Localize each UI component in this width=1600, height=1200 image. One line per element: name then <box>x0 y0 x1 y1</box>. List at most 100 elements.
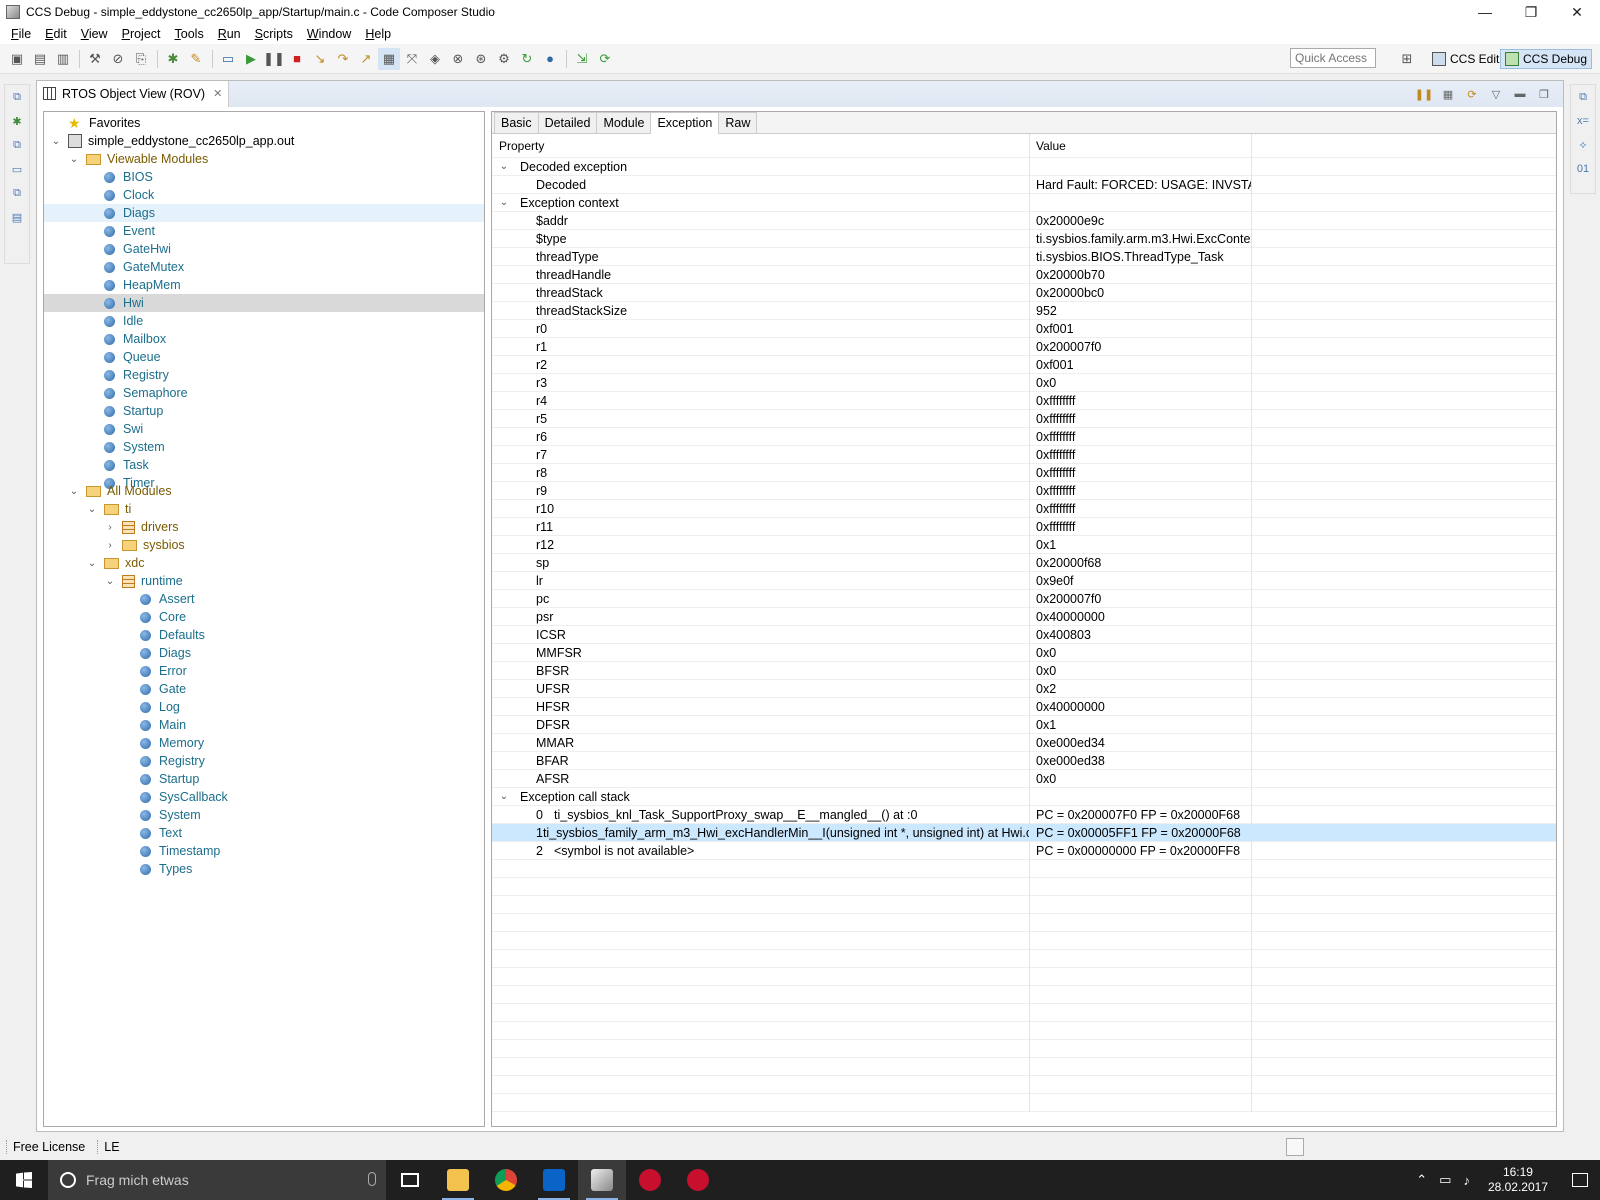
group-row[interactable]: ⌄ Exception call stack <box>492 787 1556 806</box>
group-row[interactable]: ⌄ Exception context <box>492 193 1556 212</box>
property-row[interactable]: threadStackSize 952 <box>492 301 1556 320</box>
restore-icon[interactable]: ⧉ <box>1576 91 1590 105</box>
property-row[interactable]: $addr 0x20000e9c <box>492 211 1556 230</box>
outline-icon[interactable]: ▤ <box>10 211 24 225</box>
debug-view-icon[interactable]: ✱ <box>10 115 24 129</box>
property-row[interactable]: psr 0x40000000 <box>492 607 1556 626</box>
tree-item-module[interactable]: Core <box>44 608 484 626</box>
taskbar-ccs[interactable] <box>578 1160 626 1200</box>
tree-item-module[interactable]: System <box>44 806 484 824</box>
chevron-down-icon[interactable]: ⌄ <box>104 576 116 587</box>
restore-icon[interactable]: ⧉ <box>10 139 24 153</box>
chevron-down-icon[interactable]: ⌄ <box>86 504 98 515</box>
microphone-icon[interactable] <box>368 1172 376 1186</box>
menu-project[interactable]: Project <box>115 27 168 41</box>
menu-help[interactable]: Help <box>358 27 398 41</box>
reset-icon[interactable]: ⤧ <box>401 48 423 70</box>
asm-step-into-icon[interactable]: ⇲ <box>571 48 593 70</box>
action-center-button[interactable] <box>1560 1160 1600 1200</box>
property-row[interactable]: r2 0xf001 <box>492 355 1556 374</box>
property-row[interactable]: MMFSR 0x0 <box>492 643 1556 662</box>
tree-item-module[interactable]: Swi <box>44 420 484 438</box>
column-value[interactable]: Value <box>1030 133 1252 158</box>
property-row[interactable]: r1 0x200007f0 <box>492 337 1556 356</box>
tree-item-module[interactable]: BIOS <box>44 168 484 186</box>
property-row[interactable]: lr 0x9e0f <box>492 571 1556 590</box>
tree-item-module[interactable]: Semaphore <box>44 384 484 402</box>
chevron-right-icon[interactable]: › <box>104 522 116 533</box>
tree-item-module[interactable]: Idle <box>44 312 484 330</box>
tree-item-module[interactable]: Assert <box>44 590 484 608</box>
tree-item-app[interactable]: ⌄ simple_eddystone_cc2650lp_app.out <box>44 132 484 150</box>
property-row[interactable]: r11 0xffffffff <box>492 517 1556 536</box>
console-icon[interactable]: ▭ <box>10 163 24 177</box>
group-row[interactable]: ⌄ Decoded exception <box>492 157 1556 176</box>
property-row[interactable]: $type ti.sysbios.family.arm.m3.Hwi.ExcCon… <box>492 229 1556 248</box>
open-perspective-icon[interactable]: ⊞ <box>1396 48 1418 70</box>
tree-item-module[interactable]: Defaults <box>44 626 484 644</box>
chevron-right-icon[interactable]: › <box>104 540 116 551</box>
variables-icon[interactable]: x= <box>1576 115 1590 129</box>
property-row[interactable]: UFSR 0x2 <box>492 679 1556 698</box>
menu-tools[interactable]: Tools <box>168 27 211 41</box>
property-row[interactable]: r7 0xffffffff <box>492 445 1556 464</box>
tree-item-module[interactable]: Log <box>44 698 484 716</box>
tab-exception[interactable]: Exception <box>650 112 720 134</box>
perspective-ccs-debug[interactable]: CCS Debug <box>1500 49 1593 69</box>
new-icon[interactable]: ▣ <box>6 48 28 70</box>
restore-icon[interactable]: ⧉ <box>10 187 24 201</box>
debug-icon[interactable]: ✱ <box>162 48 184 70</box>
taskbar-ti-app-1[interactable] <box>626 1160 674 1200</box>
chevron-down-icon[interactable]: ⌄ <box>86 558 98 569</box>
menu-run[interactable]: Run <box>211 27 248 41</box>
chevron-down-icon[interactable]: ⌄ <box>498 197 510 208</box>
property-row[interactable]: BFAR 0xe000ed38 <box>492 751 1556 770</box>
tab-basic[interactable]: Basic <box>494 112 539 133</box>
property-row[interactable]: r3 0x0 <box>492 373 1556 392</box>
run-to-icon[interactable]: ● <box>539 48 561 70</box>
chevron-down-icon[interactable]: ⌄ <box>50 136 62 147</box>
refresh-icon[interactable]: ⟳ <box>1463 85 1481 103</box>
tree-item-module[interactable]: System <box>44 438 484 456</box>
menu-edit[interactable]: Edit <box>38 27 74 41</box>
tree-item-module[interactable]: Registry <box>44 752 484 770</box>
property-row[interactable]: r9 0xffffffff <box>492 481 1556 500</box>
menu-file[interactable]: File <box>4 27 38 41</box>
taskbar-explorer[interactable] <box>434 1160 482 1200</box>
property-row[interactable]: r4 0xffffffff <box>492 391 1556 410</box>
tree-item-module[interactable]: Startup <box>44 402 484 420</box>
profile-icon[interactable]: ⚙ <box>493 48 515 70</box>
quick-access-input[interactable] <box>1290 48 1376 68</box>
step-over-icon[interactable]: ↷ <box>332 48 354 70</box>
restore-icon[interactable]: ⧉ <box>10 91 24 105</box>
property-row[interactable]: r0 0xf001 <box>492 319 1556 338</box>
tools-icon[interactable]: ✎ <box>185 48 207 70</box>
property-row[interactable]: BFSR 0x0 <box>492 661 1556 680</box>
terminate-icon[interactable]: ■ <box>286 48 308 70</box>
property-row[interactable]: r6 0xffffffff <box>492 427 1556 446</box>
tree-item-sysbios[interactable]: › sysbios <box>44 536 484 554</box>
property-row[interactable]: sp 0x20000f68 <box>492 553 1556 572</box>
chevron-up-icon[interactable]: ⌃ <box>1416 1172 1427 1188</box>
tree-item-module[interactable]: GateMutex <box>44 258 484 276</box>
volume-icon[interactable]: ♪ <box>1463 1173 1470 1188</box>
system-clock[interactable]: 16:19 28.02.2017 <box>1488 1165 1548 1195</box>
tree-item-favorites[interactable]: ★ Favorites <box>44 114 484 132</box>
menu-view[interactable]: View <box>74 27 115 41</box>
property-row[interactable]: 0 ti_sysbios_knl_Task_SupportProxy_swap__… <box>492 805 1556 824</box>
taskbar-outlook[interactable] <box>530 1160 578 1200</box>
tree-item-module[interactable]: Gate <box>44 680 484 698</box>
step-return-icon[interactable]: ↗ <box>355 48 377 70</box>
minimize-view-icon[interactable]: ▬ <box>1511 85 1529 103</box>
tree-item-module[interactable]: Main <box>44 716 484 734</box>
maximize-view-icon[interactable]: ❐ <box>1535 85 1553 103</box>
property-row[interactable]: r10 0xffffffff <box>492 499 1556 518</box>
chevron-down-icon[interactable]: ⌄ <box>68 486 80 497</box>
property-row[interactable]: 1 ti_sysbios_family_arm_m3_Hwi_excHandler… <box>492 823 1556 842</box>
hw-breakpoint-icon[interactable]: ⊛ <box>470 48 492 70</box>
tab-rov[interactable]: RTOS Object View (ROV) ✕ <box>37 80 230 107</box>
tree-item-runtime[interactable]: ⌄ runtime <box>44 572 484 590</box>
property-row[interactable]: ICSR 0x400803 <box>492 625 1556 644</box>
status-action-icon[interactable] <box>1286 1138 1304 1156</box>
build-icon[interactable]: ⚒ <box>84 48 106 70</box>
